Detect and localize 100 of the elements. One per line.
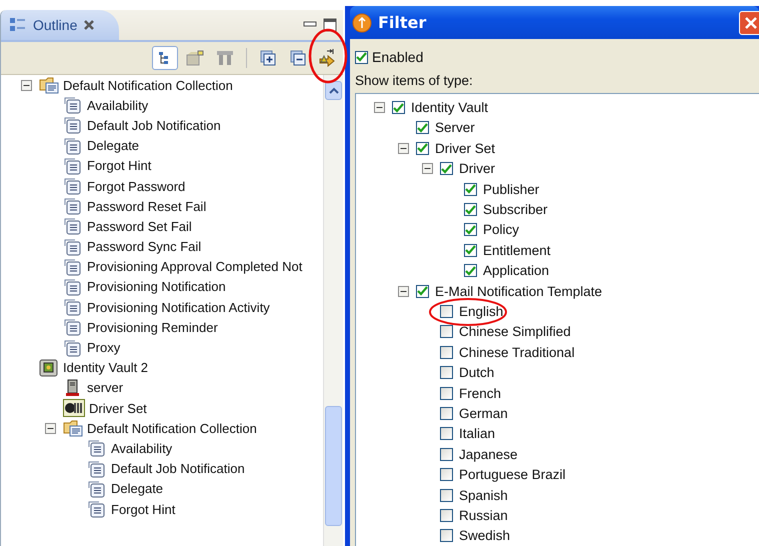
checkbox[interactable] (440, 305, 453, 318)
document-stack-icon (63, 238, 83, 256)
checkbox[interactable] (440, 162, 453, 176)
tree-item[interactable]: Driver Set (435, 140, 496, 156)
document-stack-icon (63, 258, 83, 276)
tree-item[interactable]: E-Mail Notification Template (435, 284, 602, 299)
document-stack-icon (63, 136, 83, 155)
checkbox[interactable] (416, 121, 429, 134)
checkbox[interactable] (440, 468, 453, 482)
tree-item[interactable]: Provisioning Notification (87, 279, 226, 294)
tree-item[interactable]: Entitlement (483, 242, 551, 258)
checkbox[interactable] (416, 142, 429, 155)
tree-item[interactable]: French (459, 386, 502, 401)
checkbox[interactable] (440, 529, 453, 542)
checkbox[interactable] (440, 427, 453, 440)
tree-item[interactable]: Dutch (459, 365, 494, 380)
checkbox[interactable] (440, 325, 453, 338)
tree-item[interactable]: Provisioning Reminder (87, 320, 218, 335)
document-stack-icon (87, 500, 107, 518)
dialog-icon (352, 12, 372, 33)
tree-item[interactable]: Password Reset Fail (87, 198, 206, 214)
document-stack-icon (63, 338, 83, 357)
tree-item[interactable]: Availability (87, 98, 148, 113)
tree-item[interactable]: Driver Set (89, 400, 147, 416)
tree-item[interactable]: Default Job Notification (111, 461, 245, 476)
scrollbar[interactable] (323, 75, 343, 546)
tree-item[interactable]: Forgot Password (87, 178, 186, 194)
collapse-icon[interactable] (398, 286, 409, 297)
tree-item[interactable]: Provisioning Notification Activity (87, 300, 270, 315)
tree-item[interactable]: Spanish (459, 488, 508, 503)
collapse-all-icon (290, 50, 306, 66)
document-stack-icon (63, 318, 83, 336)
checkbox[interactable] (440, 346, 453, 359)
document-stack-icon (63, 278, 83, 296)
tree-item[interactable]: Server (435, 120, 475, 136)
close-button[interactable] (739, 10, 759, 35)
tree-item[interactable]: Provisioning Approval Completed Not (87, 259, 302, 274)
tree-item[interactable]: server (87, 380, 124, 396)
checkbox[interactable] (464, 203, 477, 216)
tree-item[interactable]: Subscriber (483, 202, 548, 218)
document-stack-icon (63, 156, 83, 175)
document-stack-icon (63, 217, 83, 236)
tree-item[interactable]: Password Sync Fail (87, 239, 202, 254)
checkbox[interactable] (464, 244, 477, 257)
tree-item[interactable]: Password Set Fail (87, 218, 192, 234)
document-stack-icon (63, 298, 83, 316)
tree-item[interactable]: Driver (459, 161, 495, 176)
tree-item[interactable]: Policy (483, 222, 520, 238)
collapse-icon[interactable] (21, 80, 32, 91)
checkbox[interactable] (440, 406, 453, 420)
tree-item[interactable]: Forgot Hint (111, 502, 176, 517)
outline-tab[interactable]: Outline (1, 10, 120, 40)
tree-item[interactable]: Delegate (87, 138, 140, 154)
checkbox[interactable] (464, 182, 477, 196)
scroll-thumb[interactable] (325, 406, 342, 526)
checkbox[interactable] (440, 386, 453, 400)
tree-item[interactable]: Default Job Notification (87, 118, 221, 133)
tree-item[interactable]: Delegate (111, 481, 164, 496)
tree-item[interactable]: Default Notification Collection (63, 78, 233, 93)
tree-item[interactable]: Italian (459, 426, 496, 442)
checkbox[interactable] (416, 284, 429, 298)
tree-view-button[interactable] (152, 46, 178, 70)
checkbox[interactable] (440, 448, 453, 461)
minimize-icon[interactable] (303, 21, 317, 29)
tree-item[interactable]: Forgot Hint (87, 158, 152, 174)
section-label: Show items of type: (355, 73, 474, 90)
tree-item[interactable]: Swedish (459, 528, 510, 544)
close-icon (744, 16, 758, 30)
enabled-checkbox[interactable] (355, 50, 368, 64)
outline-icon (9, 17, 27, 33)
checkbox-label: Enabled (372, 49, 424, 66)
tree-item[interactable]: Default Notification Collection (87, 420, 257, 436)
tree-item[interactable]: German (459, 406, 508, 421)
document-stack-icon (87, 480, 107, 498)
checkbox[interactable] (440, 366, 453, 380)
tree-item[interactable]: Russian (459, 508, 508, 523)
tree-item[interactable]: Proxy (87, 340, 120, 356)
tree-item[interactable]: Publisher (483, 182, 540, 197)
tree-item[interactable]: Japanese (459, 446, 518, 462)
driver-set-icon (63, 399, 85, 418)
scroll-up-button[interactable] (325, 81, 342, 100)
tree-item[interactable]: Application (483, 263, 550, 278)
tree-item[interactable]: Identity Vault 2 (63, 360, 148, 376)
tree-item[interactable]: Availability (111, 440, 172, 456)
tree-item[interactable]: Chinese Simplified (459, 324, 571, 340)
checkbox[interactable] (464, 223, 477, 236)
tree-item[interactable]: Portuguese Brazil (459, 467, 566, 482)
tree-item[interactable]: Chinese Traditional (459, 344, 575, 360)
collapse-icon[interactable] (45, 422, 56, 434)
tree-item[interactable]: Identity Vault (411, 100, 488, 116)
collapse-icon[interactable] (398, 142, 409, 154)
checkbox[interactable] (440, 508, 453, 522)
checkbox[interactable] (392, 101, 405, 114)
checkbox[interactable] (464, 264, 477, 278)
checkbox[interactable] (440, 488, 453, 502)
table-icon (186, 50, 204, 66)
collapse-icon[interactable] (374, 102, 385, 114)
close-icon[interactable] (83, 19, 96, 31)
collapse-icon[interactable] (422, 163, 433, 174)
document-stack-icon (63, 116, 83, 134)
